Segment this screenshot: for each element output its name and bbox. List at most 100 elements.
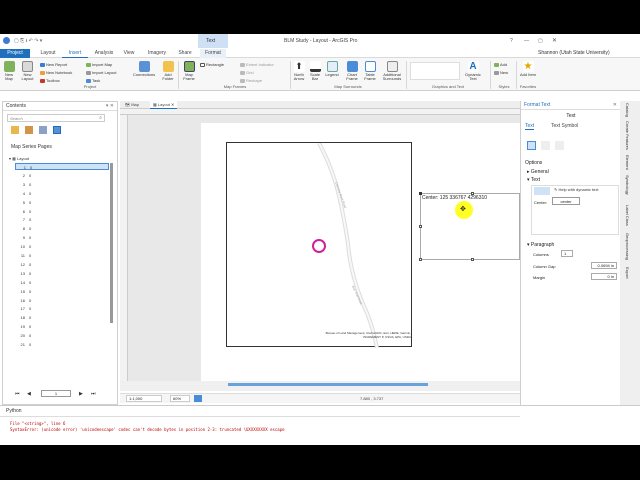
list-item[interactable]: 20 bbox=[15, 172, 109, 179]
tab-text[interactable]: Text bbox=[525, 123, 535, 130]
tab-layout[interactable]: Layout bbox=[34, 49, 62, 58]
list-item[interactable]: 12 0 bbox=[15, 261, 109, 268]
text-expander[interactable]: ▾ Text bbox=[527, 177, 540, 183]
pen-icon[interactable] bbox=[541, 141, 550, 150]
pane-options-icon[interactable]: ▾ ✕ bbox=[106, 102, 114, 111]
first-page-button[interactable]: ⏮ bbox=[15, 391, 20, 397]
side-tab-symbology[interactable]: Symbology bbox=[625, 175, 630, 195]
new-layout-button[interactable]: New Layout bbox=[20, 61, 35, 81]
list-item[interactable]: 80 bbox=[15, 225, 109, 232]
list-by-source-icon[interactable] bbox=[25, 126, 33, 134]
column-gap-input[interactable]: 0.0694 in bbox=[591, 262, 617, 269]
dynamic-text-menu-icon[interactable] bbox=[534, 187, 550, 195]
list-item[interactable]: 40 bbox=[15, 190, 109, 197]
list-item[interactable]: 20 0 bbox=[15, 332, 109, 339]
page-number-input[interactable]: 1 bbox=[41, 390, 71, 397]
north-arrow-button[interactable]: ⬆ North Arrow bbox=[292, 61, 306, 81]
tab-view[interactable]: View bbox=[118, 49, 140, 58]
list-item[interactable]: 14 0 bbox=[15, 279, 109, 286]
side-tab-geoprocessing[interactable]: Geoprocessing bbox=[625, 233, 630, 260]
side-tab-create-features[interactable]: Create Features bbox=[625, 121, 630, 150]
list-item[interactable]: 60 bbox=[15, 208, 109, 215]
tab-project[interactable]: Project bbox=[0, 49, 30, 58]
grid-button[interactable]: Grid bbox=[240, 70, 254, 75]
side-tab-catalog[interactable]: Catalog bbox=[625, 103, 630, 117]
table-frame-button[interactable]: Table Frame bbox=[362, 61, 378, 81]
add-item-button[interactable]: ★ Add Item bbox=[520, 61, 536, 77]
extent-indicator-button[interactable]: Extent Indicator bbox=[240, 62, 274, 67]
zoom-dropdown[interactable]: 60% bbox=[170, 395, 190, 402]
tab-insert[interactable]: Insert bbox=[62, 49, 88, 58]
tab-format[interactable]: Format bbox=[200, 49, 226, 58]
list-item[interactable]: 13 0 bbox=[15, 270, 109, 277]
tab-map[interactable]: 🗺 Map bbox=[122, 101, 142, 109]
layout-node[interactable]: ▾ ▦ Layout bbox=[9, 156, 29, 161]
list-item[interactable]: 70 bbox=[15, 216, 109, 223]
connections-button[interactable]: Connections bbox=[130, 61, 158, 77]
new-style-button[interactable]: New bbox=[494, 70, 508, 75]
scrollbar[interactable] bbox=[110, 163, 113, 323]
new-report-button[interactable]: New Report bbox=[40, 62, 67, 67]
import-map-button[interactable]: Import Map bbox=[86, 62, 112, 67]
contents-search-input[interactable]: Search ⌕ bbox=[7, 114, 105, 122]
minimize-icon[interactable]: — bbox=[524, 38, 529, 44]
reshape-button[interactable]: Reshape bbox=[240, 78, 262, 83]
dynamic-tag[interactable]: center bbox=[552, 197, 580, 205]
general-expander[interactable]: ▸ General bbox=[527, 169, 549, 175]
selection-handle[interactable] bbox=[419, 225, 422, 228]
list-map-series-icon[interactable] bbox=[53, 126, 61, 134]
margin-input[interactable]: 0 in bbox=[591, 273, 617, 280]
dynamic-text-button[interactable]: A Dynamic Text bbox=[464, 61, 482, 81]
tab-analysis[interactable]: Analysis bbox=[90, 49, 118, 58]
zoom-options-icon[interactable] bbox=[194, 395, 202, 402]
list-item[interactable]: 10 0 bbox=[15, 243, 109, 250]
side-tab-element[interactable]: Element bbox=[625, 155, 630, 170]
selection-handle[interactable] bbox=[471, 258, 474, 261]
list-by-selection-icon[interactable] bbox=[39, 126, 47, 134]
help-dynamic-text-link[interactable]: ✎ Help with dynamic text bbox=[554, 187, 598, 192]
list-item[interactable]: 90 bbox=[15, 234, 109, 241]
new-map-button[interactable]: New Map bbox=[2, 61, 16, 81]
quick-access-toolbar[interactable]: ▢ ⎘ ⭳ ↶ ↷ ▾ bbox=[14, 38, 42, 46]
list-item[interactable]: 19 0 bbox=[15, 323, 109, 330]
chart-frame-button[interactable]: Chart Frame bbox=[344, 61, 360, 81]
last-page-button[interactable]: ⏭ bbox=[91, 391, 96, 397]
text-editor[interactable]: ✎ Help with dynamic text Center: center bbox=[531, 185, 619, 235]
list-item[interactable]: 18 0 bbox=[15, 314, 109, 321]
side-tab-label-class[interactable]: Label Class bbox=[625, 205, 630, 226]
close-icon[interactable]: ✕ bbox=[552, 37, 557, 44]
toolbox-button[interactable]: Toolbox bbox=[40, 78, 60, 83]
list-item[interactable]: 50 bbox=[15, 199, 109, 206]
tab-imagery[interactable]: Imagery bbox=[142, 49, 172, 58]
legend-button[interactable]: Legend bbox=[324, 61, 340, 77]
next-page-button[interactable]: ▶ bbox=[79, 391, 83, 397]
previous-page-button[interactable]: ◀ bbox=[27, 391, 31, 397]
text-element[interactable]: Center: 125 336767 4296310 ✥ bbox=[419, 192, 520, 261]
graphics-gallery[interactable] bbox=[410, 62, 460, 80]
new-notebook-button[interactable]: New Notebook bbox=[40, 70, 72, 75]
tab-text-symbol[interactable]: Text Symbol bbox=[551, 123, 578, 129]
frame-icon[interactable] bbox=[555, 141, 564, 150]
maximize-icon[interactable]: ▢ bbox=[538, 38, 543, 44]
scrollbar-thumb[interactable] bbox=[228, 383, 428, 386]
tab-share[interactable]: Share bbox=[172, 49, 198, 58]
pane-close-icon[interactable]: ✕ bbox=[613, 101, 617, 110]
horizontal-scrollbar[interactable] bbox=[120, 381, 520, 391]
list-item[interactable]: 17 0 bbox=[15, 305, 109, 312]
task-button[interactable]: Task bbox=[86, 78, 100, 83]
selection-handle[interactable] bbox=[419, 258, 422, 261]
list-item[interactable]: 21 0 bbox=[15, 341, 109, 348]
add-folder-button[interactable]: Add Folder bbox=[159, 61, 177, 81]
user-account[interactable]: Shannon (Utah State University) bbox=[538, 49, 610, 58]
additional-surrounds-button[interactable]: Additional Surrounds bbox=[380, 61, 404, 81]
scale-dropdown[interactable]: 1:1,000 bbox=[126, 395, 162, 402]
list-item[interactable]: 10 bbox=[15, 163, 109, 170]
list-item[interactable]: 15 0 bbox=[15, 288, 109, 295]
options-icon[interactable] bbox=[527, 141, 536, 150]
list-item[interactable]: 16 0 bbox=[15, 297, 109, 304]
map-frame[interactable]: Chimney Rock Road Burr Trail Road Bureau… bbox=[226, 142, 412, 348]
scale-bar-button[interactable]: Scale Bar bbox=[308, 61, 322, 81]
list-item[interactable]: 11 0 bbox=[15, 252, 109, 259]
list-item[interactable]: 30 bbox=[15, 181, 109, 188]
tab-layout-view[interactable]: ▦ Layout ✕ bbox=[150, 101, 178, 109]
